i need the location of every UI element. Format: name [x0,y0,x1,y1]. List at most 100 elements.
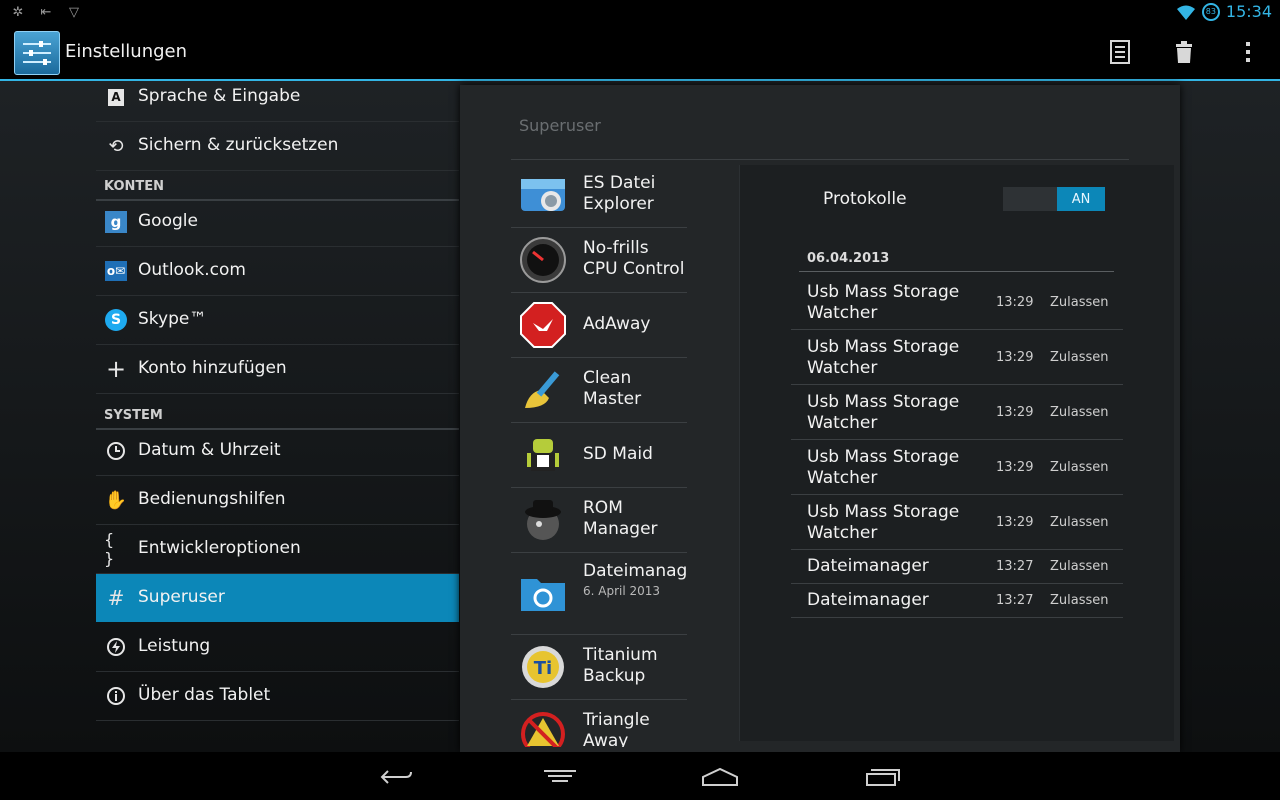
superuser-app-list: ES Datei Explorer No-frills CPU Control … [511,163,687,747]
clock-time: 15:34 [1225,2,1272,21]
back-button[interactable] [371,762,421,792]
log-action: Zulassen [1050,593,1109,608]
app-name: Dateimanager6. April 2013 [583,561,687,598]
settings-item-add-account[interactable]: + Konto hinzufügen [96,345,459,394]
menu-button[interactable] [535,762,585,792]
wifi-icon [1176,5,1195,20]
log-time: 13:29 [996,350,1034,365]
triangle-away-icon [521,712,565,747]
superuser-notification-icon: ▽ [69,4,79,20]
log-row[interactable]: Dateimanager 13:27 Zulassen [791,584,1123,618]
log-app-name: Usb Mass Storage Watcher [807,337,960,378]
log-row[interactable]: Usb Mass Storage Watcher 13:29 Zulassen [791,275,1123,330]
settings-item-outlook[interactable]: o✉ Outlook.com [96,247,459,296]
folder-icon [521,579,565,611]
app-item-sd-maid[interactable]: SD Maid [511,423,687,488]
clock-icon [104,439,128,463]
log-app-name: Dateimanager [807,556,929,576]
app-item-cpu-control[interactable]: No-frills CPU Control [511,228,687,293]
section-label: SYSTEM [104,408,163,423]
settings-item-label: Datum & Uhrzeit [138,440,281,460]
settings-item-about[interactable]: Über das Tablet [96,672,459,721]
titanium-backup-icon: Ti [522,646,564,688]
log-time: 13:29 [996,405,1034,420]
log-row[interactable]: Usb Mass Storage Watcher 13:29 Zulassen [791,330,1123,385]
app-name: SD Maid [583,444,653,464]
settings-item-label: Skype™ [138,309,207,329]
app-item-titanium-backup[interactable]: Ti Titanium Backup [511,635,687,700]
log-row[interactable]: Dateimanager 13:27 Zulassen [791,550,1123,584]
settings-item-performance[interactable]: Leistung [96,623,459,672]
settings-item-skype[interactable]: S Skype™ [96,296,459,345]
settings-item-label: Entwickleroptionen [138,538,301,558]
protokolle-toggle[interactable]: AN [1003,187,1105,211]
log-time: 13:29 [996,460,1034,475]
log-action: Zulassen [1050,350,1109,365]
log-action: Zulassen [1050,460,1109,475]
settings-item-label: Leistung [138,636,211,656]
settings-item-label: Bedienungshilfen [138,489,286,509]
settings-list: A Sprache & Eingabe ⟲ Sichern & zurückse… [96,81,459,752]
app-item-rom-manager[interactable]: ROM Manager [511,488,687,553]
settings-item-accessibility[interactable]: ✋ Bedienungshilfen [96,476,459,525]
recent-apps-button[interactable] [858,762,908,792]
document-icon [1110,40,1130,64]
app-item-es-file-explorer[interactable]: ES Datei Explorer [511,163,687,228]
cpu-gauge-icon [520,237,566,283]
menu-lines-icon [544,770,576,782]
log-time: 13:27 [996,593,1034,608]
more-vert-icon [1246,42,1250,62]
settings-item-label: Outlook.com [138,260,246,280]
log-time: 13:27 [996,559,1034,574]
broom-icon [525,371,560,408]
log-row[interactable]: Usb Mass Storage Watcher 13:29 Zulassen [791,495,1123,550]
log-app-name: Usb Mass Storage Watcher [807,502,960,543]
log-list-button[interactable] [1105,37,1135,67]
app-name: ES Datei Explorer [583,173,656,214]
braces-icon: { } [104,530,115,568]
log-row[interactable]: Usb Mass Storage Watcher 13:29 Zulassen [791,385,1123,440]
settings-item-label: Sprache & Eingabe [138,86,301,106]
settings-item-label: Google [138,211,198,231]
log-date-header: 06.04.2013 [807,251,890,266]
hash-icon: # [107,586,125,610]
log-time: 13:29 [996,515,1034,530]
log-row[interactable]: Usb Mass Storage Watcher 13:29 Zulassen [791,440,1123,495]
settings-item-date-time[interactable]: Datum & Uhrzeit [96,427,459,476]
section-label: KONTEN [104,179,165,194]
status-bar: ✲ ⇤ ▽ 83 15:34 [0,0,1280,25]
settings-app-icon[interactable] [14,31,60,75]
panel-title: Superuser [519,116,601,135]
plus-icon: + [105,355,127,383]
hand-icon: ✋ [104,489,128,511]
section-header-system: SYSTEM [96,400,459,430]
outlook-icon: o✉ [104,259,128,283]
settings-item-label: Superuser [138,587,225,607]
app-item-adaway[interactable]: AdAway [511,293,687,358]
app-item-clean-master[interactable]: Clean Master [511,358,687,423]
settings-item-language[interactable]: A Sprache & Eingabe [96,73,459,122]
settings-item-backup[interactable]: ⟲ Sichern & zurücksetzen [96,122,459,171]
settings-item-superuser[interactable]: # Superuser [96,574,459,622]
settings-item-label: Konto hinzufügen [138,358,287,378]
svg-text:Ti: Ti [534,658,552,679]
settings-item-developer[interactable]: { } Entwickleroptionen [96,525,459,574]
overflow-menu-button[interactable] [1233,37,1263,67]
log-detail-pane: Protokolle AN 06.04.2013 Usb Mass Storag… [739,165,1174,741]
log-app-name: Usb Mass Storage Watcher [807,392,960,433]
app-name: Triangle Away [583,710,650,747]
app-item-dateimanager[interactable]: Dateimanager6. April 2013 [511,553,687,635]
settings-item-google[interactable]: g Google [96,198,459,247]
protokolle-label: Protokolle [823,189,907,209]
log-time: 13:29 [996,295,1034,310]
app-item-triangle-away[interactable]: Triangle Away [511,700,687,747]
settings-item-label: Über das Tablet [138,685,271,705]
es-file-explorer-icon [521,179,565,211]
delete-button[interactable] [1169,37,1199,67]
log-action: Zulassen [1050,515,1109,530]
superuser-panel: Superuser ES Datei Explorer No-frills CP… [460,85,1180,752]
keyboard-a-icon: A [104,85,128,109]
settings-item-label: Sichern & zurücksetzen [138,135,339,155]
home-button[interactable] [695,762,745,792]
rom-manager-icon [525,500,561,540]
